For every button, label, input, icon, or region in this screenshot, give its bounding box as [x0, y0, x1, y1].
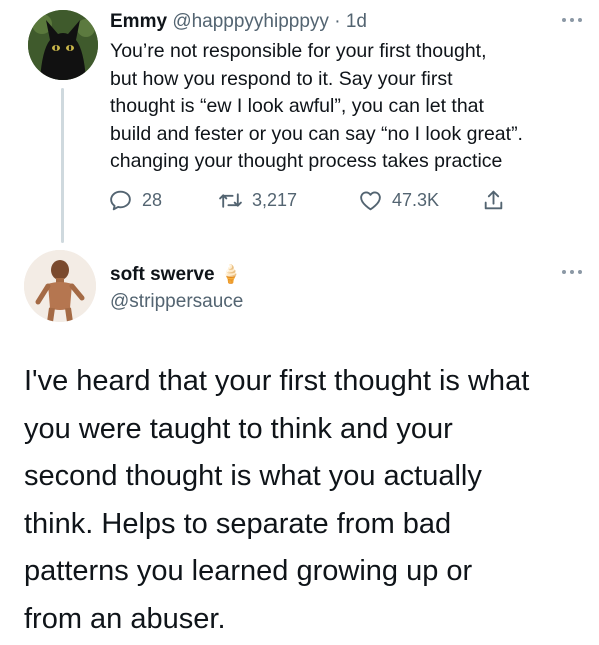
- author2-name[interactable]: soft swerve: [110, 264, 215, 285]
- retweet-icon: [219, 192, 242, 208]
- reply-icon: [110, 190, 131, 210]
- share-button[interactable]: [481, 185, 515, 215]
- reply-count: 28: [142, 189, 163, 210]
- tweet-parent[interactable]: Emmy @happpyyhipppyy · 1d You’re not res…: [0, 0, 599, 245]
- more-icon[interactable]: [562, 268, 584, 276]
- author-handle[interactable]: @happpyyhipppyy: [172, 11, 329, 32]
- author-name[interactable]: Emmy: [110, 11, 167, 32]
- tweet-text-line: build and fester or you can say “no I lo…: [110, 122, 523, 145]
- tweet-text-line: from an abuser.: [24, 602, 226, 635]
- author2-name-row[interactable]: soft swerve 🍦: [110, 262, 242, 287]
- author2-handle[interactable]: @strippersauce: [110, 290, 243, 314]
- retweet-button[interactable]: 3,217: [218, 185, 297, 215]
- retweet-count: 3,217: [252, 189, 298, 210]
- avatar-emmy[interactable]: [28, 10, 98, 80]
- like-count: 47.3K: [392, 189, 440, 210]
- share-icon: [484, 190, 503, 209]
- tweet-text-line: second thought is what you actually: [24, 460, 482, 492]
- tweet-text-line: thought is “ew I look awful”, you can le…: [110, 95, 484, 117]
- avatar-soft-swerve[interactable]: [24, 250, 96, 322]
- thread-connector-line: [61, 88, 64, 243]
- tweet1-text: You’re not responsible for your first th…: [110, 38, 590, 176]
- tweet1-header: Emmy @happpyyhipppyy · 1d: [110, 10, 367, 34]
- figure-avatar-image: [24, 250, 96, 322]
- more-icon[interactable]: [562, 16, 584, 24]
- tweet2-text: I've heard that your first thought is wh…: [24, 358, 594, 643]
- tweet-text-line: You’re not responsible for your first th…: [110, 40, 487, 62]
- tweet-text-line: I've heard that your first thought is wh…: [24, 365, 530, 397]
- header-separator: ·: [334, 11, 341, 32]
- like-button[interactable]: 47.3K: [358, 185, 439, 215]
- tweet-text-line: think. Helps to separate from bad: [24, 507, 452, 540]
- tweet-text-line: but how you respond to it. Say your firs…: [110, 67, 453, 90]
- tweet-text-line: patterns you learned growing up or: [24, 555, 473, 587]
- tweet-text-line: you were taught to think and your: [24, 412, 453, 445]
- tweet-text-line: changing your thought process takes prac…: [110, 150, 503, 172]
- reply-button[interactable]: 28: [108, 185, 162, 215]
- tweet-timestamp[interactable]: 1d: [346, 11, 367, 32]
- ice-cream-emoji: 🍦: [219, 264, 243, 284]
- heart-icon: [360, 190, 381, 210]
- tweet-actions-bar: 28 3,217 47.3K: [108, 185, 528, 215]
- black-cat-avatar-image: [28, 10, 98, 80]
